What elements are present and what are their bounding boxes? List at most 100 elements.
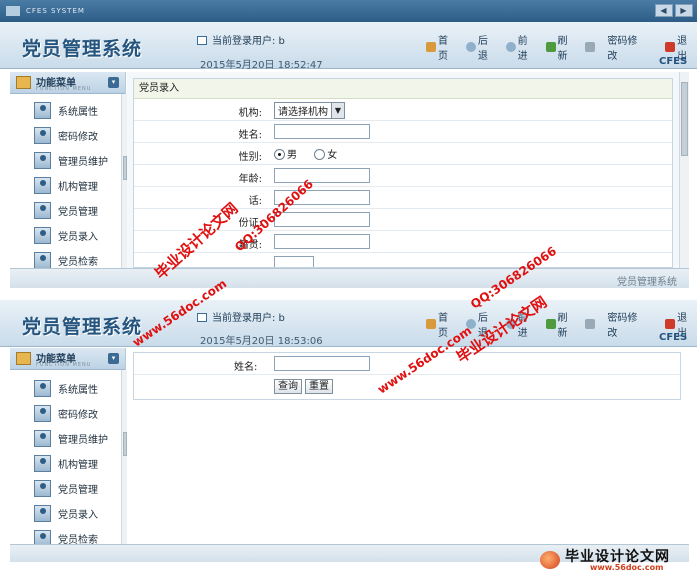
sidebar-item-org-management[interactable]: 机构管理	[10, 451, 125, 476]
age-label: 年龄:	[238, 174, 262, 185]
collapse-toggle[interactable]: ▾	[108, 77, 119, 88]
footer-label: 党员管理系统	[617, 277, 677, 288]
user-icon	[34, 202, 51, 219]
logo-emblem-icon	[540, 551, 560, 569]
id-row: 份证:	[134, 209, 672, 231]
search-name-input[interactable]	[274, 356, 370, 371]
document-icon	[197, 313, 207, 322]
sidebar-item-org-management[interactable]: 机构管理	[10, 173, 125, 198]
member-search-form: 姓名: 查询 重置	[133, 352, 681, 400]
gender-row: 性别: 男 女	[134, 143, 672, 165]
gender-options: 男 女	[274, 146, 337, 161]
collapse-toggle-2[interactable]: ▾	[108, 353, 119, 364]
refresh-icon	[545, 319, 556, 329]
app-title: 党员管理系统	[22, 38, 143, 60]
user-icon	[34, 127, 51, 144]
user-icon	[34, 102, 51, 119]
change-password-button-2[interactable]: 密码修改	[585, 309, 647, 339]
sidebar-item-admin-maintenance[interactable]: 管理员维护	[10, 148, 125, 173]
key-icon	[585, 42, 596, 52]
home-button[interactable]: 首页	[426, 32, 458, 62]
main-scrollbar[interactable]	[679, 72, 689, 268]
site-logo: 毕业设计论文网 www.56doc.com	[540, 545, 690, 573]
sidebar-subtitle: FUNCTION MENU	[36, 86, 92, 92]
form-title: 党员录入	[134, 79, 672, 99]
sidebar-item-member-management[interactable]: 党员管理	[10, 198, 125, 223]
id-label: 份证:	[238, 218, 262, 229]
back-button-2[interactable]: 后退	[465, 309, 498, 339]
refresh-button[interactable]: 刷新	[545, 32, 578, 62]
user-icon	[34, 530, 51, 544]
home-button-2[interactable]: 首页	[426, 309, 458, 339]
phone-input[interactable]	[274, 190, 370, 205]
app-header: 党员管理系统 当前登录用户: b 首页 后退 前进 刷新 密码修改 退出 201…	[0, 22, 697, 71]
phone-label: 话:	[248, 196, 262, 207]
document-icon	[197, 36, 207, 45]
search-name-label: 姓名:	[234, 362, 258, 373]
window-titlebar: CFES SYSTEM ◀ ▶	[0, 0, 697, 22]
app-logo-icon	[6, 6, 20, 16]
user-icon	[34, 152, 51, 169]
prev-window-button[interactable]: ◀	[655, 4, 673, 17]
user-icon	[34, 227, 51, 244]
sidebar-item-system-properties[interactable]: 系统属性	[10, 98, 125, 123]
back-icon	[465, 319, 476, 329]
datetime: 2015年5月20日 18:52:47	[200, 60, 323, 71]
user-icon	[34, 405, 51, 422]
search-button-row: 查询 重置	[134, 375, 680, 399]
name-input[interactable]	[274, 124, 370, 139]
user-icon	[34, 177, 51, 194]
query-button[interactable]: 查询	[274, 379, 302, 394]
exit-icon	[665, 42, 676, 52]
sidebar-item-member-management[interactable]: 党员管理	[10, 476, 125, 501]
refresh-icon	[545, 42, 556, 52]
native-label: 籍贯:	[238, 240, 262, 251]
sidebar-item-system-properties[interactable]: 系统属性	[10, 376, 125, 401]
native-row: 籍贯:	[134, 231, 672, 253]
sidebar-item-member-search[interactable]: 党员检索	[10, 526, 125, 544]
sidebar-item-admin-maintenance[interactable]: 管理员维护	[10, 426, 125, 451]
sidebar-item-change-password[interactable]: 密码修改	[10, 123, 125, 148]
gender-label: 性别:	[238, 152, 262, 163]
sidebar-item-member-entry[interactable]: 党员录入	[10, 501, 125, 526]
back-button[interactable]: 后退	[465, 32, 498, 62]
main-scroll-thumb[interactable]	[681, 82, 688, 156]
native-input[interactable]	[274, 234, 370, 249]
exit-icon	[665, 319, 676, 329]
gender-male-radio[interactable]	[274, 149, 285, 160]
org-label: 机构:	[238, 108, 262, 119]
partial-input[interactable]	[274, 256, 314, 267]
name-label: 姓名:	[238, 130, 262, 141]
sidebar-item-change-password[interactable]: 密码修改	[10, 401, 125, 426]
sidebar-item-member-entry[interactable]: 党员录入	[10, 223, 125, 248]
forward-button-2[interactable]: 前进	[505, 309, 538, 339]
phone-row: 话:	[134, 187, 672, 209]
gender-female-radio[interactable]	[314, 149, 326, 160]
age-row: 年龄:	[134, 165, 672, 187]
window-title: CFES SYSTEM	[26, 7, 85, 15]
sidebar-item-member-search[interactable]: 党员检索	[10, 248, 125, 268]
search-name-row: 姓名:	[134, 353, 680, 375]
home-icon	[426, 319, 436, 329]
id-input[interactable]	[274, 212, 370, 227]
sidebar-header: 功能菜单 FUNCTION MENU ▾	[10, 72, 125, 94]
brand-label: CFES	[659, 56, 688, 67]
nav-toolbar-2: 首页 后退 前进 刷新 密码修改 退出	[426, 309, 697, 339]
sidebar-menu: 功能菜单 FUNCTION MENU ▾ 系统属性 密码修改 管理员维护 机构管…	[10, 72, 126, 268]
datetime-2: 2015年5月20日 18:53:06	[200, 336, 323, 347]
refresh-button-2[interactable]: 刷新	[545, 309, 578, 339]
reset-button[interactable]: 重置	[305, 379, 333, 394]
next-window-button[interactable]: ▶	[675, 4, 693, 17]
age-input[interactable]	[274, 168, 370, 183]
nav-toolbar: 首页 后退 前进 刷新 密码修改 退出	[426, 32, 697, 62]
forward-button[interactable]: 前进	[505, 32, 538, 62]
status-bar: 党员管理系统	[10, 268, 689, 288]
org-select[interactable]: 请选择机构 ▼	[274, 102, 345, 119]
partial-row	[134, 253, 672, 267]
user-icon	[34, 430, 51, 447]
change-password-button[interactable]: 密码修改	[585, 32, 647, 62]
app-title-2: 党员管理系统	[22, 316, 143, 338]
user-icon	[34, 380, 51, 397]
back-icon	[465, 42, 476, 52]
user-icon	[34, 505, 51, 522]
